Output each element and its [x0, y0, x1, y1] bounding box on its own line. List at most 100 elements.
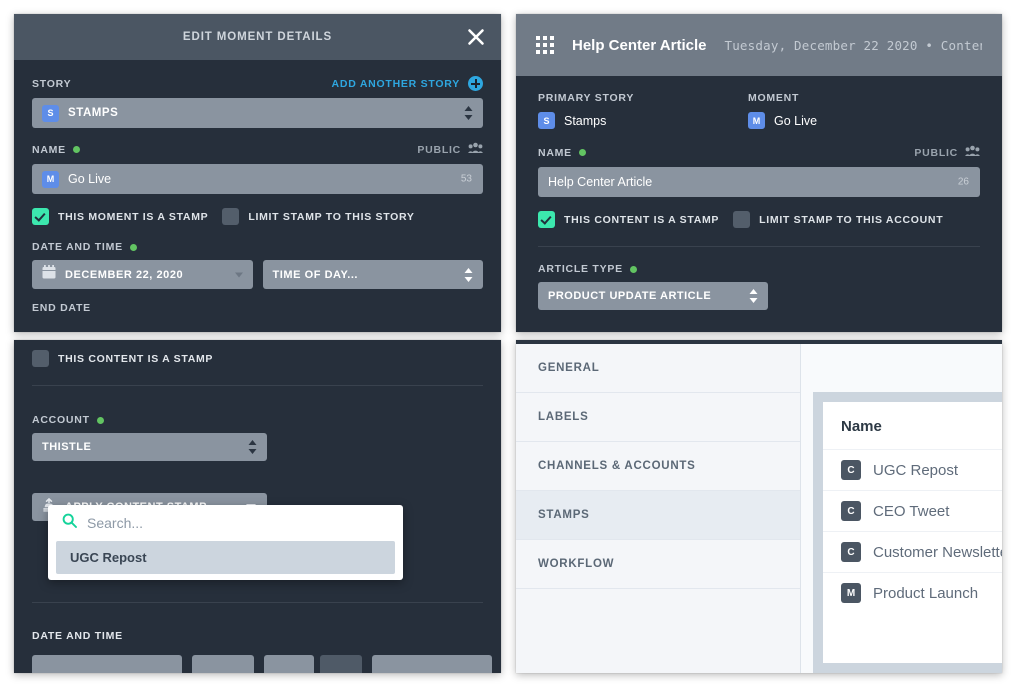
table-row[interactable]: C UGC Repost [823, 449, 1002, 490]
row-name: Customer Newsletter [873, 543, 1002, 561]
end-date-label-cutoff: END DATE [32, 302, 91, 314]
content-header: Help Center Article Tuesday, December 22… [516, 14, 1002, 76]
date-time-label: DATE AND TIME [32, 630, 123, 642]
article-type-label: ARTICLE TYPE [538, 263, 637, 275]
checkbox-limit-stamp-to-this-story[interactable]: LIMIT STAMP TO THIS STORY [222, 208, 414, 225]
app-grid-icon[interactable] [536, 36, 554, 54]
checkbox-label: THIS CONTENT IS A STAMP [58, 352, 214, 365]
add-another-story-label: ADD ANOTHER STORY [331, 77, 460, 90]
minute-field[interactable] [264, 655, 314, 673]
date-value: DECEMBER 22, 2020 [65, 268, 184, 281]
search-icon [62, 513, 77, 533]
checkbox-limit-stamp-to-this-account[interactable]: LIMIT STAMP TO THIS ACCOUNT [733, 211, 943, 228]
date-picker[interactable] [32, 655, 182, 673]
hour-field[interactable] [192, 655, 254, 673]
moment-chip: M [42, 170, 59, 188]
sidebar-item-labels[interactable]: LABELS [516, 393, 800, 442]
name-input[interactable]: M Go Live 53 [32, 164, 483, 194]
checkbox-label: LIMIT STAMP TO THIS ACCOUNT [759, 213, 944, 226]
chevron-updown-icon [464, 267, 473, 282]
sidebar-item-workflow[interactable]: WORKFLOW [516, 540, 800, 589]
modal-header: EDIT MOMENT DETAILS [14, 14, 501, 60]
char-counter: 53 [460, 173, 472, 185]
add-another-story-button[interactable]: ADD ANOTHER STORY [332, 76, 483, 91]
story-select[interactable]: S STAMPS [32, 98, 483, 128]
time-select[interactable]: TIME OF DAY... [262, 260, 483, 289]
public-label: PUBLIC [914, 146, 958, 159]
settings-stamps-panel: GENERAL LABELS CHANNELS & ACCOUNTS STAMP… [516, 340, 1002, 673]
apply-content-stamp-panel: THIS CONTENT IS A STAMP ACCOUNT THISTLE [14, 340, 501, 673]
story-label: STORY [32, 77, 72, 90]
article-type-select[interactable]: PRODUCT UPDATE ARTICLE [538, 282, 768, 310]
timezone-select[interactable] [372, 655, 492, 673]
checkbox-unchecked-icon [733, 211, 751, 228]
sidebar-item-stamps[interactable]: STAMPS [516, 491, 800, 540]
close-icon[interactable] [465, 26, 487, 48]
moment-value-row[interactable]: M Go Live [748, 112, 958, 129]
primary-story-value: Stamps [564, 113, 607, 128]
story-value: STAMPS [68, 107, 119, 119]
edit-moment-details-modal: EDIT MOMENT DETAILS STORY ADD ANOTHER ST… [14, 14, 501, 332]
group-icon [468, 142, 483, 157]
stamps-table: Name C UGC Repost C CEO Tweet C Customer… [823, 402, 1002, 663]
checkbox-this-content-is-a-stamp[interactable]: THIS CONTENT IS A STAMP [538, 211, 719, 228]
checkbox-checked-icon [32, 208, 49, 225]
sidebar-item-channels-accounts[interactable]: CHANNELS & ACCOUNTS [516, 442, 800, 491]
moment-value: Go Live [774, 113, 818, 128]
table-column-header-name: Name [841, 418, 882, 435]
account-label: ACCOUNT [32, 414, 104, 426]
sidebar-item-general[interactable]: GENERAL [516, 344, 800, 393]
stamp-dropdown: Search... UGC Repost [48, 505, 403, 580]
date-time-row: DECEMBER 22, 2020 TIME OF DAY... [32, 260, 483, 289]
date-time-header: DATE AND TIME [32, 241, 483, 253]
row-name: Product Launch [873, 584, 979, 602]
name-field-header: NAME PUBLIC [538, 145, 980, 160]
stamp-checkbox-row: THIS CONTENT IS A STAMP LIMIT STAMP TO T… [538, 211, 980, 228]
account-value: THISTLE [42, 441, 92, 453]
section-divider [538, 246, 980, 247]
chevron-down-icon [234, 272, 243, 277]
ampm-field[interactable] [320, 655, 362, 673]
settings-nav: GENERAL LABELS CHANNELS & ACCOUNTS STAMP… [516, 344, 801, 673]
plus-circle-icon [468, 76, 483, 91]
modal-body: STORY ADD ANOTHER STORY S STAMPS NAME PU… [14, 60, 501, 314]
moment-chip: M [748, 112, 765, 129]
search-input[interactable]: Search... [48, 505, 403, 541]
status-dot [578, 149, 586, 156]
date-picker[interactable]: DECEMBER 22, 2020 [32, 260, 253, 289]
section-divider [32, 602, 483, 603]
primary-story-chip: S [538, 112, 555, 129]
status-dot [72, 146, 80, 153]
article-type-header: ARTICLE TYPE [538, 263, 980, 275]
table-row[interactable]: M Product Launch [823, 572, 1002, 613]
primary-story-value-row[interactable]: S Stamps [538, 112, 748, 129]
story-chip: S [42, 104, 59, 122]
checkbox-this-content-is-a-stamp[interactable]: THIS CONTENT IS A STAMP [32, 350, 483, 367]
moment-block: MOMENT M Go Live [748, 92, 958, 129]
list-item[interactable]: UGC Repost [56, 541, 395, 574]
checkbox-checked-icon [538, 211, 555, 228]
primary-story-block: PRIMARY STORY S Stamps [538, 92, 748, 129]
table-row[interactable]: C Customer Newsletter [823, 531, 1002, 572]
visibility-public[interactable]: PUBLIC [417, 142, 483, 157]
public-label: PUBLIC [417, 143, 461, 156]
name-label: NAME [538, 147, 586, 159]
date-time-label: DATE AND TIME [32, 241, 137, 253]
name-input[interactable]: Help Center Article 26 [538, 167, 980, 197]
visibility-public[interactable]: PUBLIC [914, 145, 980, 160]
story-field-header: STORY ADD ANOTHER STORY [32, 76, 483, 91]
page-title: EDIT MOMENT DETAILS [182, 31, 333, 43]
checkbox-this-moment-is-a-stamp[interactable]: THIS MOMENT IS A STAMP [32, 208, 208, 225]
row-chip: C [841, 460, 861, 480]
content-stamp-body: THIS CONTENT IS A STAMP ACCOUNT THISTLE [14, 340, 501, 673]
moment-label: MOMENT [748, 92, 800, 104]
table-row[interactable]: C CEO Tweet [823, 490, 1002, 531]
help-center-article-panel: Help Center Article Tuesday, December 22… [516, 14, 1002, 332]
name-label: NAME [32, 144, 80, 156]
name-value: Help Center Article [548, 175, 653, 189]
content-title: Help Center Article [572, 36, 707, 54]
account-select[interactable]: THISTLE [32, 433, 267, 461]
checkbox-label: THIS CONTENT IS A STAMP [564, 213, 720, 226]
primary-story-label: PRIMARY STORY [538, 92, 635, 104]
chevron-updown-icon [749, 289, 758, 303]
